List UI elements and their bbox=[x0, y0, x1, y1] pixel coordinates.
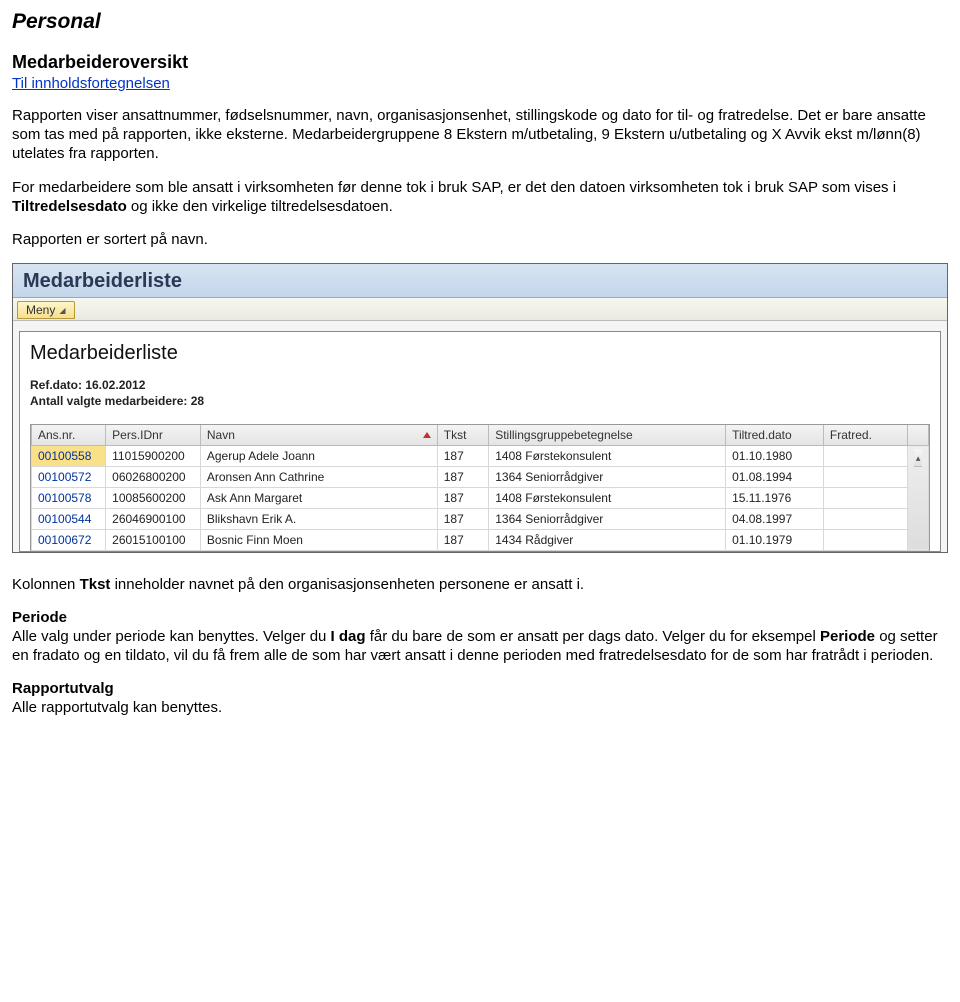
employee-count: Antall valgte medarbeidere: 28 bbox=[30, 393, 930, 409]
cell-fratred bbox=[823, 508, 907, 529]
cell-fratred bbox=[823, 466, 907, 487]
intro-paragraph-1: Rapporten viser ansattnummer, fødselsnum… bbox=[12, 106, 948, 164]
cell-navn: Aronsen Ann Cathrine bbox=[200, 466, 437, 487]
col-header-persid[interactable]: Pers.IDnr bbox=[106, 425, 201, 446]
table-row[interactable]: 00100672 26015100100 Bosnic Finn Moen 18… bbox=[32, 529, 929, 550]
text: og ikke den virkelige tiltredelsesdatoen… bbox=[127, 198, 393, 215]
cell-tkst: 187 bbox=[437, 466, 488, 487]
cell-stilling: 1408 Førstekonsulent bbox=[489, 445, 726, 466]
col-header-stilling[interactable]: Stillingsgruppebetegnelse bbox=[489, 425, 726, 446]
cell-tiltred: 01.08.1994 bbox=[726, 466, 824, 487]
cell-stilling: 1408 Førstekonsulent bbox=[489, 487, 726, 508]
grid-header-row: Ans.nr. Pers.IDnr Navn Tkst Stillingsgru… bbox=[32, 425, 929, 446]
text: får du bare de som er ansatt per dags da… bbox=[366, 628, 820, 645]
cell-stilling: 1364 Seniorrådgiver bbox=[489, 466, 726, 487]
cell-tiltred: 04.08.1997 bbox=[726, 508, 824, 529]
term-periode: Periode bbox=[820, 628, 875, 645]
cell-tiltred: 01.10.1979 bbox=[726, 529, 824, 550]
col-header-navn[interactable]: Navn bbox=[200, 425, 437, 446]
col-header-tiltred[interactable]: Tiltred.dato bbox=[726, 425, 824, 446]
table-row[interactable]: 00100558 11015900200 Agerup Adele Joann … bbox=[32, 445, 929, 466]
term-tiltredelsesdato: Tiltredelsesdato bbox=[12, 198, 127, 215]
col-header-fratred[interactable]: Fratred. bbox=[823, 425, 907, 446]
toc-link[interactable]: Til innholdsfortegnelsen bbox=[12, 75, 170, 92]
periode-paragraph: Periode Alle valg under periode kan beny… bbox=[12, 608, 948, 666]
table-row[interactable]: 00100572 06026800200 Aronsen Ann Cathrin… bbox=[32, 466, 929, 487]
text: For medarbeidere som ble ansatt i virkso… bbox=[12, 179, 896, 196]
cell-tiltred: 15.11.1976 bbox=[726, 487, 824, 508]
cell-tkst: 187 bbox=[437, 487, 488, 508]
scroll-up-icon[interactable]: ▴ bbox=[914, 449, 922, 467]
app-body: Medarbeiderliste Ref.dato: 16.02.2012 An… bbox=[13, 321, 947, 551]
cell-persid: 26046900100 bbox=[106, 508, 201, 529]
tkst-paragraph: Kolonnen Tkst inneholder navnet på den o… bbox=[12, 575, 948, 594]
term-tkst: Tkst bbox=[80, 576, 111, 593]
report-heading: Medarbeideroversikt bbox=[12, 52, 948, 73]
cell-stilling: 1434 Rådgiver bbox=[489, 529, 726, 550]
cell-tkst: 187 bbox=[437, 508, 488, 529]
cell-ansnr: 00100558 bbox=[32, 445, 106, 466]
intro-paragraph-3: Rapporten er sortert på navn. bbox=[12, 230, 948, 249]
table-row[interactable]: 00100544 26046900100 Blikshavn Erik A. 1… bbox=[32, 508, 929, 529]
chevron-down-icon: ◢ bbox=[59, 306, 65, 315]
rapportutvalg-paragraph: Rapportutvalg Alle rapportutvalg kan ben… bbox=[12, 679, 948, 717]
cell-persid: 11015900200 bbox=[106, 445, 201, 466]
cell-ansnr: 00100544 bbox=[32, 508, 106, 529]
cell-fratred bbox=[823, 529, 907, 550]
cell-navn: Agerup Adele Joann bbox=[200, 445, 437, 466]
data-grid: Ans.nr. Pers.IDnr Navn Tkst Stillingsgru… bbox=[30, 424, 930, 551]
cell-tiltred: 01.10.1980 bbox=[726, 445, 824, 466]
cell-ansnr: 00100578 bbox=[32, 487, 106, 508]
scrollbar[interactable]: ▴ bbox=[908, 445, 929, 550]
cell-navn: Ask Ann Margaret bbox=[200, 487, 437, 508]
text: inneholder navnet på den organisasjonsen… bbox=[110, 576, 584, 593]
text: Alle rapportutvalg kan benyttes. bbox=[12, 699, 222, 716]
cell-navn: Blikshavn Erik A. bbox=[200, 508, 437, 529]
report-pane: Medarbeiderliste Ref.dato: 16.02.2012 An… bbox=[19, 331, 941, 551]
cell-ansnr: 00100572 bbox=[32, 466, 106, 487]
text: Alle valg under periode kan benyttes. Ve… bbox=[12, 628, 331, 645]
table-row[interactable]: 00100578 10085600200 Ask Ann Margaret 18… bbox=[32, 487, 929, 508]
cell-persid: 06026800200 bbox=[106, 466, 201, 487]
cell-navn: Bosnic Finn Moen bbox=[200, 529, 437, 550]
periode-label: Periode bbox=[12, 608, 948, 627]
cell-tkst: 187 bbox=[437, 445, 488, 466]
app-titlebar: Medarbeiderliste bbox=[13, 264, 947, 298]
cell-ansnr: 00100672 bbox=[32, 529, 106, 550]
menu-label: Meny bbox=[26, 303, 55, 317]
term-idag: I dag bbox=[331, 628, 366, 645]
cell-persid: 26015100100 bbox=[106, 529, 201, 550]
ref-date: Ref.dato: 16.02.2012 bbox=[30, 377, 930, 393]
section-title: Personal bbox=[12, 10, 948, 34]
menu-button[interactable]: Meny ◢ bbox=[17, 301, 75, 319]
app-window: Medarbeiderliste Meny ◢ Medarbeiderliste… bbox=[12, 263, 948, 552]
cell-tkst: 187 bbox=[437, 529, 488, 550]
text: Kolonnen bbox=[12, 576, 80, 593]
intro-paragraph-2: For medarbeidere som ble ansatt i virkso… bbox=[12, 178, 948, 216]
col-header-tkst[interactable]: Tkst bbox=[437, 425, 488, 446]
cell-stilling: 1364 Seniorrådgiver bbox=[489, 508, 726, 529]
app-menubar: Meny ◢ bbox=[13, 298, 947, 321]
col-header-ansnr[interactable]: Ans.nr. bbox=[32, 425, 106, 446]
cell-persid: 10085600200 bbox=[106, 487, 201, 508]
cell-fratred bbox=[823, 445, 907, 466]
cell-fratred bbox=[823, 487, 907, 508]
rapportutvalg-label: Rapportutvalg bbox=[12, 679, 948, 698]
report-title: Medarbeiderliste bbox=[30, 342, 930, 365]
report-meta: Ref.dato: 16.02.2012 Antall valgte medar… bbox=[30, 377, 930, 409]
col-header-scroll bbox=[908, 425, 929, 446]
